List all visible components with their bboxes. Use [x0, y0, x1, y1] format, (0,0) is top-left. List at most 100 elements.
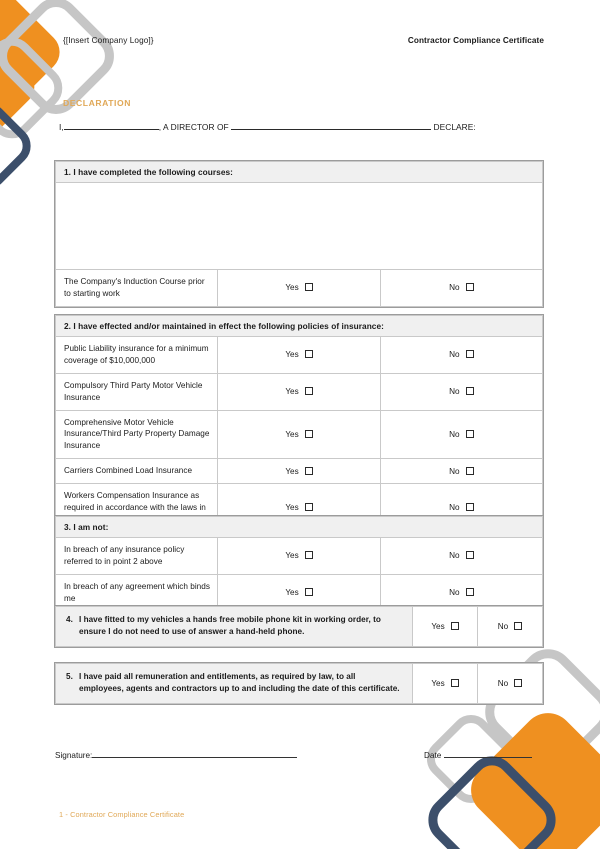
section-5-statement: 5. I have paid all remuneration and entit…	[55, 663, 413, 704]
company-name-blank[interactable]	[231, 120, 432, 130]
table-row: 4. I have fitted to my vehicles a hands f…	[55, 606, 543, 647]
no-label: No	[449, 283, 460, 293]
yes-checkbox[interactable]	[304, 551, 313, 560]
section-1-body: 1. I have completed the following course…	[54, 161, 544, 307]
section-4-number: 4.	[66, 615, 73, 624]
yes-label: Yes	[285, 387, 299, 397]
section-2-item-2-label: Comprehensive Motor Vehicle Insurance/Th…	[54, 409, 219, 460]
no-checkbox[interactable]	[465, 588, 474, 597]
declaration-tail: DECLARE:	[433, 122, 476, 132]
section-2-item-1-label: Compulsory Third Party Motor Vehicle Ins…	[54, 372, 219, 411]
section-2-item-0-label: Public Liability insurance for a minimum…	[54, 336, 219, 374]
yes-checkbox[interactable]	[304, 350, 313, 359]
table-row: Public Liability insurance for a minimum…	[54, 336, 544, 374]
table-row: 5. I have paid all remuneration and entit…	[55, 663, 543, 704]
no-checkbox[interactable]	[465, 503, 474, 512]
yes-checkbox[interactable]	[304, 503, 313, 512]
no-label: No	[449, 387, 460, 397]
yes-checkbox[interactable]	[304, 588, 313, 597]
no-checkbox[interactable]	[465, 466, 474, 475]
signature-group: Signature:	[55, 748, 298, 760]
orange-diamond-filled	[0, 0, 68, 120]
section-2-item-1-no[interactable]: No	[379, 372, 544, 411]
section-1-item-0-label: The Company's Induction Course prior to …	[54, 269, 219, 307]
no-checkbox[interactable]	[465, 283, 474, 292]
no-label: No	[497, 678, 509, 688]
page-header: {[Insert Company Logo]} Contractor Compl…	[0, 36, 600, 56]
section-2-item-3-no[interactable]: No	[379, 458, 544, 485]
signature-block: Signature: Date	[0, 748, 600, 764]
section-1-item-0-no[interactable]: No	[379, 269, 544, 307]
yes-checkbox[interactable]	[450, 621, 459, 630]
no-checkbox[interactable]	[465, 551, 474, 560]
no-checkbox[interactable]	[465, 429, 474, 438]
section-3-heading: 3. I am not:	[55, 516, 543, 538]
courses-write-in-area[interactable]	[55, 182, 543, 270]
date-group: Date	[424, 748, 532, 760]
section-2-heading: 2. I have effected and/or maintained in …	[55, 315, 543, 337]
section-4-table: 4. I have fitted to my vehicles a hands f…	[54, 605, 544, 648]
section-1-item-0-yes[interactable]: Yes	[217, 269, 381, 307]
yes-checkbox[interactable]	[304, 429, 313, 438]
navy-diamond-outline	[0, 95, 39, 197]
section-3-table: 3. I am not: In breach of any insurance …	[54, 515, 544, 613]
section-3-item-0-yes[interactable]: Yes	[217, 537, 381, 575]
yes-label: Yes	[285, 466, 299, 476]
section-1-table: 1. I have completed the following course…	[54, 160, 544, 308]
yes-label: Yes	[285, 350, 299, 360]
section-3-body: 3. I am not: In breach of any insurance …	[54, 516, 544, 612]
no-label: No	[449, 466, 460, 476]
declaration-statement: I,, A DIRECTOR OF DECLARE:	[59, 120, 539, 132]
section-3-item-0-no[interactable]: No	[379, 537, 544, 575]
no-label: No	[449, 429, 460, 439]
section-2-item-3-label: Carriers Combined Load Insurance	[54, 458, 219, 485]
section-2-item-0-yes[interactable]: Yes	[217, 336, 381, 374]
section-3-item-0-label: In breach of any insurance policy referr…	[54, 537, 219, 575]
section-2-item-3-yes[interactable]: Yes	[217, 458, 381, 485]
yes-label: Yes	[285, 551, 299, 561]
no-checkbox[interactable]	[514, 621, 523, 630]
no-label: No	[497, 621, 509, 631]
date-label: Date	[424, 751, 442, 760]
yes-checkbox[interactable]	[304, 283, 313, 292]
declaration-heading: DECLARATION	[63, 98, 131, 108]
yes-checkbox[interactable]	[450, 678, 459, 687]
yes-label: Yes	[285, 588, 299, 598]
section-4-text: I have fitted to my vehicles a hands fre…	[79, 615, 381, 637]
section-4-statement: 4. I have fitted to my vehicles a hands f…	[55, 606, 413, 647]
yes-label: Yes	[431, 621, 445, 631]
yes-checkbox[interactable]	[304, 387, 313, 396]
document-page: {[Insert Company Logo]} Contractor Compl…	[0, 0, 600, 849]
section-1-heading: 1. I have completed the following course…	[55, 161, 543, 183]
date-input-line[interactable]	[443, 748, 532, 758]
section-3-heading-row: 3. I am not:	[55, 516, 543, 538]
table-row: Compulsory Third Party Motor Vehicle Ins…	[54, 372, 544, 411]
section-5-no[interactable]: No	[477, 663, 543, 704]
no-label: No	[449, 350, 460, 360]
section-1-heading-row: 1. I have completed the following course…	[55, 161, 543, 183]
yes-checkbox[interactable]	[304, 466, 313, 475]
section-2-item-1-yes[interactable]: Yes	[217, 372, 381, 411]
director-name-blank[interactable]	[63, 120, 159, 130]
no-label: No	[449, 588, 460, 598]
section-2-item-2-yes[interactable]: Yes	[217, 409, 381, 460]
section-4-no[interactable]: No	[477, 606, 543, 647]
no-checkbox[interactable]	[465, 387, 474, 396]
signature-input-line[interactable]	[92, 748, 298, 758]
no-checkbox[interactable]	[514, 678, 523, 687]
section-5-table: 5. I have paid all remuneration and entit…	[54, 662, 544, 705]
no-label: No	[449, 551, 460, 561]
yes-label: Yes	[285, 283, 299, 293]
section-4-body: 4. I have fitted to my vehicles a hands f…	[55, 606, 543, 647]
page-footer: 1 - Contractor Compliance Certificate	[59, 810, 185, 819]
section-2-item-2-no[interactable]: No	[379, 409, 544, 460]
no-checkbox[interactable]	[465, 350, 474, 359]
section-4-yes[interactable]: Yes	[412, 606, 478, 647]
section-1-blank-row	[55, 182, 543, 270]
signature-label: Signature:	[55, 751, 93, 760]
no-label: No	[449, 503, 460, 513]
company-logo-placeholder: {[Insert Company Logo]}	[63, 36, 154, 45]
section-5-yes[interactable]: Yes	[412, 663, 478, 704]
section-2-item-0-no[interactable]: No	[379, 336, 544, 374]
yes-label: Yes	[285, 429, 299, 439]
